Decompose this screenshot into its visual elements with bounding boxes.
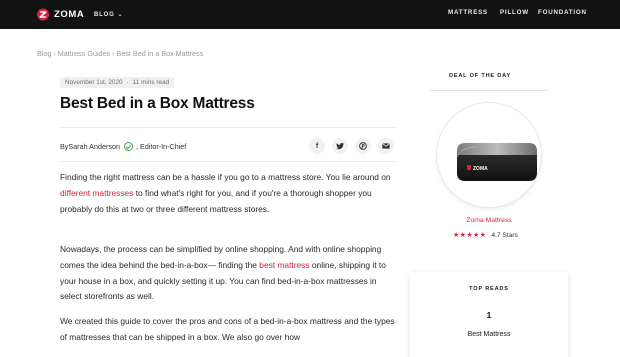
zoma-logo[interactable]: ZOMA [37, 8, 84, 21]
breadcrumb-mattress-guides[interactable]: Mattress Guides [58, 49, 110, 58]
page-title: Best Bed in a Box Mattress [60, 95, 255, 112]
share-pinterest-button[interactable] [355, 138, 371, 154]
nav-blog-label: BLOG [94, 11, 115, 18]
best-mattress-link[interactable]: best mattress [259, 260, 309, 270]
twitter-icon [336, 142, 344, 149]
divider [60, 161, 396, 162]
byline-prefix: By [60, 142, 69, 151]
top-read-link[interactable]: Best Mattress [410, 331, 568, 338]
mattress-brand-text: ZOMA [473, 166, 488, 172]
deal-product-card[interactable]: ZOMA [437, 103, 541, 207]
top-reads-card: TOP READS 1 Best Mattress [410, 272, 568, 357]
byline: By Sarah Anderson , Editor-In-Chief [60, 142, 186, 151]
chevron-down-icon: ⌄ [117, 12, 124, 18]
top-reads-label: TOP READS [469, 286, 509, 292]
nav-blog-menu[interactable]: BLOG ⌄ [94, 11, 124, 19]
mattress-image: ZOMA [456, 143, 537, 181]
divider [60, 127, 396, 128]
email-icon [382, 143, 390, 149]
divider [430, 90, 548, 91]
article-date: November 1st, 2020 [65, 79, 123, 86]
article-meta: November 1st, 2020 · 11 mins read [60, 77, 175, 88]
share-twitter-button[interactable] [332, 138, 348, 154]
article-paragraph: We created this guide to cover the pros … [60, 316, 395, 342]
deal-of-the-day-label: DEAL OF THE DAY [448, 73, 512, 79]
nav-item-foundation[interactable]: FOUNDATION [538, 9, 587, 16]
deal-product-name[interactable]: Zoma Mattress [437, 217, 541, 224]
top-read-rank: 1 [486, 310, 492, 320]
breadcrumb-separator: › [53, 49, 56, 58]
meta-separator: · [126, 79, 129, 86]
rating: ★★★★★ 4.7 Stars [453, 231, 518, 240]
brand-name: ZOMA [54, 9, 85, 20]
share-email-button[interactable] [378, 138, 394, 154]
rating-text: 4.7 Stars [491, 231, 518, 239]
nav-item-mattress[interactable]: MATTRESS [448, 9, 488, 16]
author-role: , Editor-In-Chief [135, 142, 187, 151]
author-link[interactable]: Sarah Anderson [68, 142, 120, 151]
facebook-icon: f [315, 142, 319, 150]
different-mattresses-link[interactable]: different mattresses [60, 188, 133, 198]
zoma-logo-icon [37, 8, 49, 21]
breadcrumb: Blog › Mattress Guides › Best Bed in a B… [37, 49, 203, 58]
nav-item-pillow[interactable]: PILLOW [500, 9, 529, 16]
article-paragraph: Nowadays, the process can be simplified … [60, 242, 398, 305]
breadcrumb-blog[interactable]: Blog [37, 49, 51, 58]
star-rating-icon: ★★★★★ [453, 232, 487, 239]
pinterest-icon [359, 142, 367, 150]
share-facebook-button[interactable]: f [309, 138, 325, 154]
article-paragraph: Finding the right mattress can be a hass… [60, 170, 398, 217]
verified-check-icon [123, 142, 133, 151]
breadcrumb-separator: › [112, 49, 115, 58]
read-time: 11 mins read [132, 79, 170, 86]
paragraph-text: Finding the right mattress can be a hass… [60, 172, 391, 182]
top-navbar: ZOMA BLOG ⌄ MATTRESS PILLOW FOUNDATION [0, 0, 620, 29]
breadcrumb-current: Best Bed in a Box Mattress [116, 49, 204, 58]
